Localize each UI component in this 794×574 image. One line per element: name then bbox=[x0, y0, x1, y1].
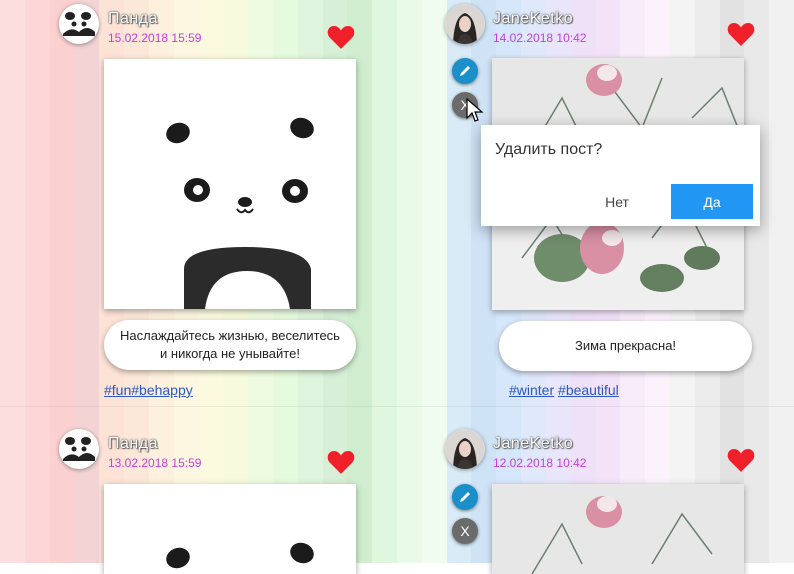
panda-avatar[interactable] bbox=[59, 4, 99, 44]
author-name[interactable]: JaneKetko bbox=[493, 435, 573, 453]
dialog-question: Удалить пост? bbox=[495, 141, 603, 158]
heart-icon[interactable] bbox=[727, 447, 755, 473]
panda-avatar[interactable] bbox=[59, 429, 99, 469]
post-card: Панда 15.02.2018 15:59 Наслаждайтесь жиз… bbox=[0, 0, 397, 406]
post-date: 13.02.2018 15:59 bbox=[108, 456, 202, 470]
cancel-button[interactable]: Нет bbox=[587, 184, 647, 220]
post-image[interactable] bbox=[104, 484, 356, 574]
delete-button[interactable]: X bbox=[452, 518, 478, 544]
confirm-button[interactable]: Да bbox=[671, 184, 753, 219]
pencil-icon bbox=[460, 66, 470, 76]
pencil-icon bbox=[460, 492, 470, 502]
heart-icon[interactable] bbox=[727, 21, 755, 47]
post-image[interactable] bbox=[104, 59, 356, 309]
post-image[interactable] bbox=[492, 484, 744, 574]
post-card: JaneKetko 12.02.2018 10:42 X bbox=[397, 407, 794, 574]
tag-link[interactable]: #fun bbox=[104, 382, 131, 398]
delete-confirm-dialog: Удалить пост? Нет Да bbox=[481, 125, 760, 226]
tag-link[interactable]: #beautiful bbox=[558, 382, 619, 398]
author-name[interactable]: Панда bbox=[108, 435, 158, 453]
tag-link[interactable]: #behappy bbox=[131, 382, 193, 398]
heart-icon[interactable] bbox=[327, 449, 355, 475]
post-tags: #winter #beautiful bbox=[509, 382, 619, 398]
post-date: 12.02.2018 10:42 bbox=[493, 456, 587, 470]
heart-icon[interactable] bbox=[327, 24, 355, 50]
post-date: 14.02.2018 10:42 bbox=[493, 31, 587, 45]
author-name[interactable]: JaneKetko bbox=[493, 10, 573, 28]
jane-avatar[interactable] bbox=[445, 4, 485, 44]
author-name[interactable]: Панда bbox=[108, 10, 158, 28]
tag-link[interactable]: #winter bbox=[509, 382, 554, 398]
post-card: Панда 13.02.2018 15:59 bbox=[0, 407, 397, 574]
mouse-cursor-icon bbox=[466, 98, 484, 122]
edit-button[interactable] bbox=[452, 484, 478, 510]
post-caption: Наслаждайтесь жизнью, веселитесь и никог… bbox=[104, 320, 356, 370]
post-tags: #fun#behappy bbox=[104, 382, 193, 398]
jane-avatar[interactable] bbox=[445, 429, 485, 469]
post-date: 15.02.2018 15:59 bbox=[108, 31, 202, 45]
edit-button[interactable] bbox=[452, 58, 478, 84]
post-caption: Зима прекрасна! bbox=[499, 321, 752, 371]
